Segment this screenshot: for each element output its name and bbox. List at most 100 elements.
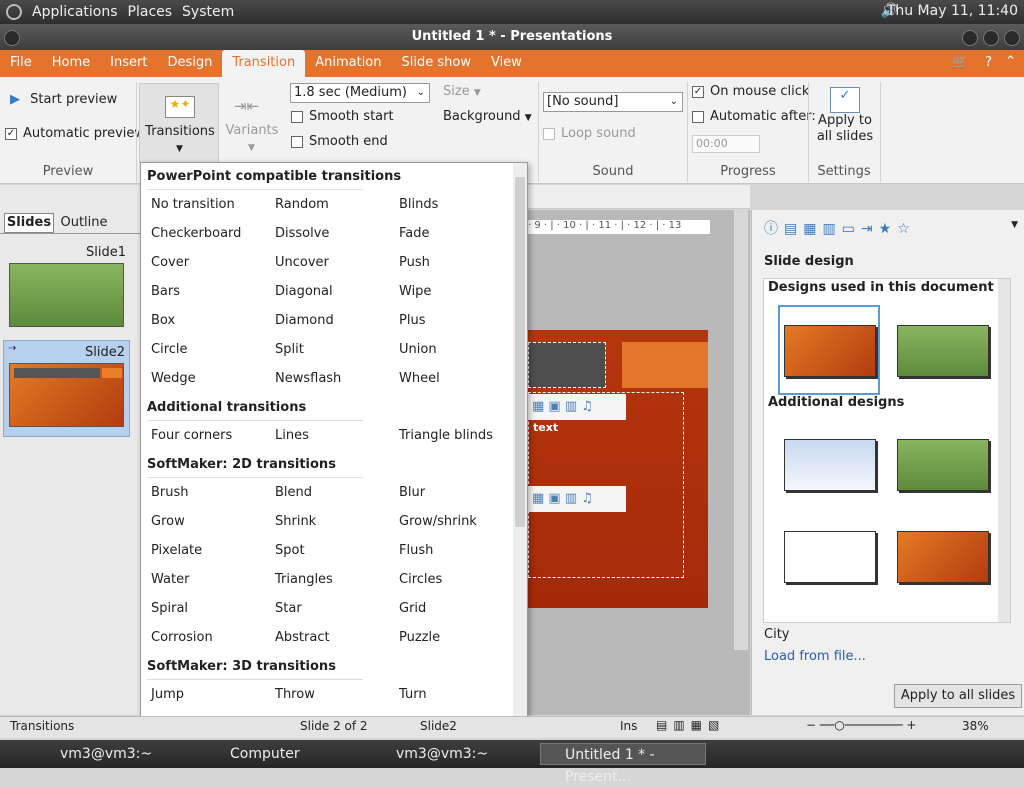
transition-item[interactable]: Newsflash xyxy=(275,371,341,386)
size-dropdown[interactable]: Size ▼ xyxy=(443,84,481,99)
insert-object-toolbar-2[interactable]: ▦ ▣ ▥ ♫ xyxy=(528,486,626,512)
design-thumb-green[interactable] xyxy=(897,325,989,377)
close-icon[interactable] xyxy=(1004,30,1020,46)
title-placeholder[interactable] xyxy=(528,342,606,388)
transition-item[interactable]: Pixelate xyxy=(151,543,202,558)
transition-item[interactable]: Push xyxy=(399,255,430,270)
tab-insert[interactable]: Insert xyxy=(100,50,157,77)
transition-item[interactable]: Spot xyxy=(275,543,305,558)
transition-item[interactable]: Uncover xyxy=(275,255,329,270)
task-terminal-1[interactable]: vm3@vm3:~ xyxy=(36,743,152,765)
transition-item[interactable]: Puzzle xyxy=(399,630,440,645)
gnome-logo-icon[interactable] xyxy=(6,4,22,20)
design-thumb-green-2[interactable] xyxy=(897,439,989,491)
smooth-end-checkbox[interactable]: Smooth end xyxy=(291,134,388,149)
clock[interactable]: Thu May 11, 11:40 xyxy=(887,3,1018,19)
transition-item[interactable]: Circle xyxy=(151,342,188,357)
slide-thumbnail-2[interactable]: ⇢ Slide2 xyxy=(3,340,130,437)
transition-item[interactable]: Grow/shrink xyxy=(399,514,477,529)
places-menu[interactable]: Places xyxy=(128,4,173,20)
gallery-scrollbar[interactable] xyxy=(998,279,1010,622)
tab-slides[interactable]: Slides xyxy=(4,213,54,233)
start-preview-button[interactable]: ▶ Start preview xyxy=(10,92,117,107)
tab-animation[interactable]: Animation xyxy=(305,50,391,77)
transition-item[interactable]: Spiral xyxy=(151,601,188,616)
transitions-button[interactable]: ★✦ Transitions ▼ xyxy=(139,83,219,163)
insert-object-toolbar[interactable]: ▦ ▣ ▥ ♫ xyxy=(528,394,626,420)
transition-item[interactable]: Diamond xyxy=(275,313,334,328)
transition-item[interactable]: Blinds xyxy=(399,197,438,212)
help-icon[interactable]: ? xyxy=(985,55,992,70)
window-menu-icon[interactable] xyxy=(4,30,20,46)
slide-canvas[interactable]: text ▦ ▣ ▥ ♫ ▦ ▣ ▥ ♫ xyxy=(528,330,708,608)
transition-item[interactable]: Wedge xyxy=(151,371,196,386)
transition-item[interactable]: Plus xyxy=(399,313,425,328)
tab-outline[interactable]: Outline xyxy=(56,213,112,233)
transition-item[interactable]: Fade xyxy=(399,226,430,241)
task-computer[interactable]: Computer xyxy=(206,743,300,765)
apply-to-all-slides-panel-button[interactable]: Apply to all slides xyxy=(894,684,1022,708)
automatic-preview-checkbox[interactable]: ✓ Automatic preview xyxy=(5,126,145,141)
task-presentations[interactable]: Untitled 1 * - Present... xyxy=(540,743,706,785)
transition-item[interactable]: Diagonal xyxy=(275,284,333,299)
transition-item[interactable]: Triangle blinds xyxy=(399,428,493,443)
transition-item[interactable]: Checkerboard xyxy=(151,226,241,241)
view-icons[interactable]: ▤▥▦▧ xyxy=(656,718,725,732)
applications-menu[interactable]: Applications xyxy=(32,4,118,20)
vertical-scrollbar[interactable] xyxy=(734,210,748,650)
maximize-icon[interactable] xyxy=(983,30,999,46)
transition-item[interactable]: Grow xyxy=(151,514,185,529)
transition-item[interactable]: Grid xyxy=(399,601,426,616)
automatic-after-input[interactable]: 00:00 xyxy=(692,135,760,153)
design-thumb-blue[interactable] xyxy=(784,439,876,491)
transition-item[interactable]: Random xyxy=(275,197,329,212)
transition-item[interactable]: Shrink xyxy=(275,514,316,529)
transition-item[interactable]: Throw xyxy=(275,687,315,702)
transition-item[interactable]: Triangles xyxy=(275,572,333,587)
sound-select[interactable]: [No sound] ⌄ xyxy=(543,92,683,112)
transition-item[interactable]: Corrosion xyxy=(151,630,213,645)
load-from-file-link[interactable]: Load from file... xyxy=(764,649,866,664)
zoom-slider[interactable]: − ──○──────── + xyxy=(806,718,916,732)
transition-item[interactable]: Water xyxy=(151,572,189,587)
smooth-start-checkbox[interactable]: Smooth start xyxy=(291,109,394,124)
tab-transition[interactable]: Transition xyxy=(222,50,306,77)
transition-item[interactable]: Dissolve xyxy=(275,226,329,241)
task-terminal-2[interactable]: vm3@vm3:~ xyxy=(372,743,488,765)
transition-item[interactable]: Bars xyxy=(151,284,180,299)
cart-icon[interactable]: 🛒 xyxy=(952,55,968,70)
transition-item[interactable]: Blend xyxy=(275,485,312,500)
automatic-after-checkbox[interactable]: Automatic after: xyxy=(692,109,816,124)
zoom-level[interactable]: 38% xyxy=(962,719,989,733)
transition-item[interactable]: Blur xyxy=(399,485,425,500)
transition-item[interactable]: No transition xyxy=(151,197,235,212)
sidebar-tool-icons[interactable]: ⓘ▤▦▥▭⇥★☆ xyxy=(764,218,916,238)
tab-view[interactable]: View xyxy=(481,50,532,77)
ribbon-collapse-icon[interactable]: ⌃ xyxy=(1005,54,1016,69)
dropdown-scrollbar[interactable] xyxy=(513,163,527,719)
transition-item[interactable]: Turn xyxy=(399,687,427,702)
design-thumb-orange[interactable] xyxy=(784,325,876,377)
variants-button[interactable]: ⇥⇤ Variants ▼ xyxy=(222,83,282,163)
chevron-down-icon[interactable]: ▼ xyxy=(1011,220,1018,230)
transition-item[interactable]: Jump xyxy=(151,687,184,702)
loop-sound-checkbox[interactable]: Loop sound xyxy=(543,126,636,141)
transition-item[interactable]: Flush xyxy=(399,543,433,558)
duration-select[interactable]: 1.8 sec (Medium) ⌄ xyxy=(290,83,430,103)
transition-item[interactable]: Wipe xyxy=(399,284,431,299)
background-dropdown[interactable]: Background ▼ xyxy=(443,109,532,124)
transition-item[interactable]: Union xyxy=(399,342,437,357)
on-mouse-click-checkbox[interactable]: ✓ On mouse click xyxy=(692,84,809,99)
tab-home[interactable]: Home xyxy=(42,50,100,77)
transition-item[interactable]: Split xyxy=(275,342,304,357)
transition-item[interactable]: Four corners xyxy=(151,428,232,443)
minimize-icon[interactable] xyxy=(962,30,978,46)
transition-item[interactable]: Lines xyxy=(275,428,309,443)
transition-item[interactable]: Star xyxy=(275,601,302,616)
tab-design[interactable]: Design xyxy=(157,50,222,77)
transition-item[interactable]: Wheel xyxy=(399,371,440,386)
apply-to-all-slides-button[interactable]: ✓ Apply to all slides xyxy=(812,87,878,145)
tab-slide-show[interactable]: Slide show xyxy=(392,50,481,77)
system-menu[interactable]: System xyxy=(182,4,234,20)
design-thumb-white[interactable] xyxy=(784,531,876,583)
